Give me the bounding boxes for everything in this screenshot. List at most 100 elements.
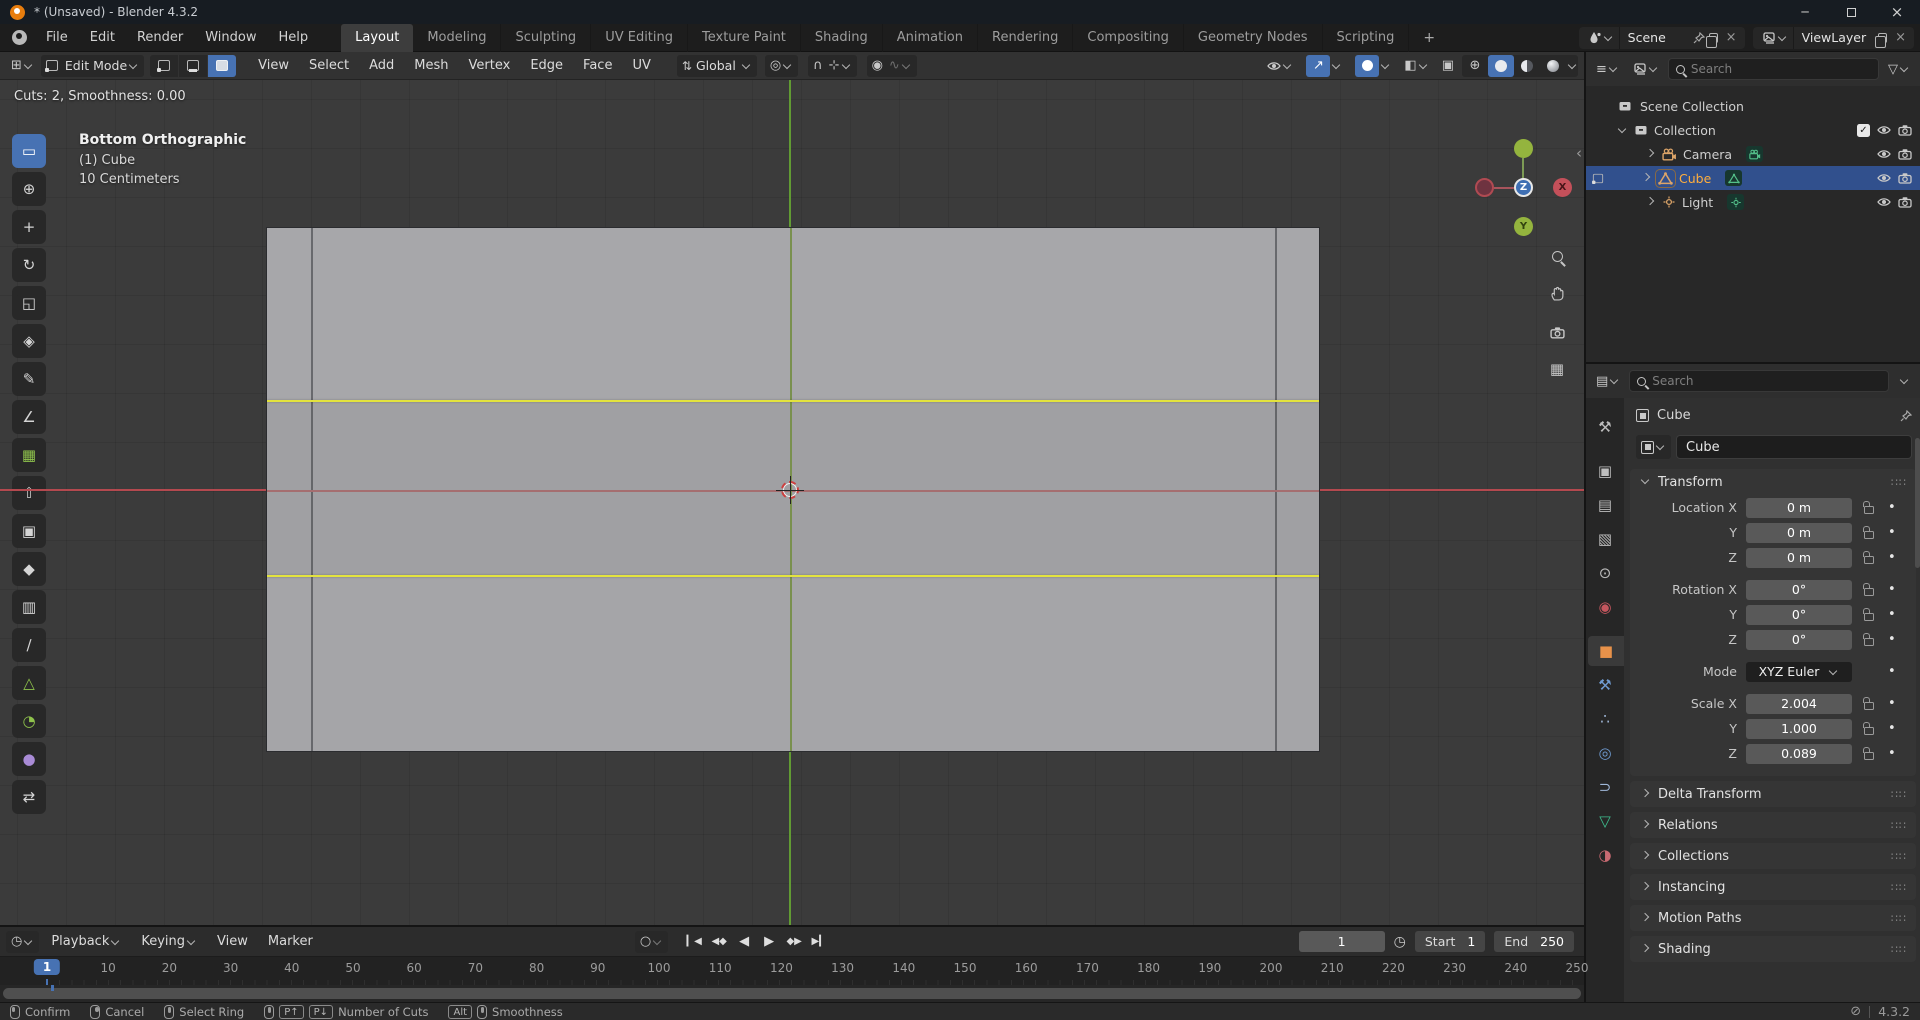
scene-name[interactable]: Scene <box>1619 27 1693 49</box>
menu-render[interactable]: Render <box>126 26 194 50</box>
viewlayer-selector[interactable]: ViewLayer × <box>1753 27 1914 49</box>
zoom-icon[interactable] <box>1546 245 1568 267</box>
panel-grip-icon[interactable]: ∷∷ <box>1891 476 1907 489</box>
properties-tab-physics[interactable]: ◎ <box>1588 738 1622 768</box>
tool-move[interactable]: + <box>12 210 46 244</box>
properties-tab-object-data[interactable]: ▽ <box>1588 806 1622 836</box>
tool-extrude[interactable]: ⇧ <box>12 476 46 510</box>
current-frame-field[interactable]: 1 <box>1299 931 1385 952</box>
tool-measure[interactable]: ∠ <box>12 400 46 434</box>
shading-rendered-button[interactable] <box>1540 55 1566 77</box>
timeline-editor-type-button[interactable]: ◷ <box>6 931 39 953</box>
tool-add-cube[interactable]: ▦ <box>12 438 46 472</box>
hide-eye-icon[interactable] <box>1877 124 1891 136</box>
expand-chevron[interactable] <box>1642 173 1650 181</box>
unlink-scene-icon[interactable]: × <box>1722 30 1741 45</box>
menu-window[interactable]: Window <box>194 26 267 50</box>
properties-tab-world[interactable]: ◉ <box>1588 592 1622 622</box>
panel-instancing[interactable]: Instancing∷∷ <box>1630 874 1916 900</box>
outliner-row-camera[interactable]: Camera <box>1586 142 1920 166</box>
timeline-scrollbar[interactable] <box>0 985 1584 1002</box>
properties-tab-material[interactable]: ◑ <box>1588 840 1622 870</box>
disable-render-icon[interactable] <box>1898 148 1912 160</box>
panel-motion-paths[interactable]: Motion Paths∷∷ <box>1630 905 1916 931</box>
menu-help[interactable]: Help <box>268 26 320 50</box>
tool-cursor[interactable]: ⊕ <box>12 172 46 206</box>
viewport-menu-mesh[interactable]: Mesh <box>404 55 458 77</box>
workspace-tab-layout[interactable]: Layout <box>341 24 413 52</box>
value-field[interactable]: 0 m <box>1746 523 1852 543</box>
animate-dot[interactable]: • <box>1888 664 1896 679</box>
panel-relations[interactable]: Relations∷∷ <box>1630 812 1916 838</box>
animate-dot[interactable]: • <box>1888 525 1896 540</box>
properties-options-button[interactable] <box>1893 370 1915 392</box>
maximize-button[interactable] <box>1828 0 1874 24</box>
properties-tab-particles[interactable]: ∴ <box>1588 704 1622 734</box>
camera-view-icon[interactable] <box>1546 321 1568 343</box>
viewport-menu-vertex[interactable]: Vertex <box>459 55 521 77</box>
disable-render-icon[interactable] <box>1898 196 1912 208</box>
animate-dot[interactable]: • <box>1888 632 1896 647</box>
new-viewlayer-icon[interactable] <box>1878 33 1887 43</box>
gizmo-axis-x[interactable]: X <box>1553 178 1572 197</box>
remove-viewlayer-icon[interactable]: × <box>1891 30 1910 45</box>
next-keyframe-button[interactable]: ◆▶ <box>782 931 806 953</box>
transform-panel-header[interactable]: Transform ∷∷ <box>1630 469 1916 495</box>
render-region-button[interactable]: ▣ <box>1437 55 1459 77</box>
navigation-gizmo[interactable]: Z X Y <box>1470 130 1580 250</box>
editor-type-button[interactable]: ⊞ <box>6 55 39 77</box>
overlays-toggle[interactable] <box>1350 55 1396 77</box>
blender-menu-icon[interactable] <box>12 30 27 45</box>
rotation-mode-dropdown[interactable]: XYZ Euler <box>1746 662 1852 682</box>
animate-dot[interactable]: • <box>1888 721 1896 736</box>
workspace-tab-sculpting[interactable]: Sculpting <box>501 24 591 52</box>
collapse-chevron[interactable] <box>1618 125 1626 133</box>
tool-transform[interactable]: ◈ <box>12 324 46 358</box>
scene-selector[interactable]: Scene × <box>1579 27 1745 49</box>
menu-edit[interactable]: Edit <box>79 26 126 50</box>
viewport-menu-uv[interactable]: UV <box>622 55 660 77</box>
transform-orientation-button[interactable]: ⇅ Global <box>677 55 757 77</box>
gizmo-axis-z[interactable]: Z <box>1514 178 1533 197</box>
workspace-tab-rendering[interactable]: Rendering <box>978 24 1073 52</box>
tool-annotate[interactable]: ✎ <box>12 362 46 396</box>
timeline-menu-keying[interactable]: Keying <box>131 931 207 953</box>
expand-chevron[interactable] <box>1646 197 1654 205</box>
properties-scrollbar[interactable] <box>1915 438 1920 568</box>
network-offline-icon[interactable]: ⊘ <box>1850 1004 1861 1019</box>
close-button[interactable]: × <box>1874 0 1920 24</box>
value-field[interactable]: 2.004 <box>1746 694 1852 714</box>
value-field[interactable]: 0 m <box>1746 548 1852 568</box>
menu-file[interactable]: File <box>35 26 79 50</box>
shading-options-chevron[interactable] <box>1568 60 1576 68</box>
tool-inset[interactable]: ▣ <box>12 514 46 548</box>
jump-end-button[interactable]: ▶▎ <box>807 931 831 953</box>
play-button[interactable]: ▶ <box>757 931 781 953</box>
properties-editor-type-button[interactable]: ▤ <box>1591 370 1625 392</box>
tool-spin[interactable]: ◔ <box>12 704 46 738</box>
viewport-menu-select[interactable]: Select <box>299 55 359 77</box>
new-scene-icon[interactable] <box>1709 33 1718 43</box>
tool-rotate[interactable]: ↻ <box>12 248 46 282</box>
disable-render-icon[interactable] <box>1898 172 1912 184</box>
animate-dot[interactable]: • <box>1888 746 1896 761</box>
mode-selector[interactable]: Edit Mode <box>41 55 144 77</box>
gizmo-toggle[interactable]: ↗ <box>1301 55 1347 77</box>
sidebar-collapse-arrow[interactable]: ‹ <box>1568 142 1584 164</box>
shading-solid-button[interactable] <box>1488 55 1514 77</box>
properties-tab-render[interactable]: ▣ <box>1588 456 1622 486</box>
outliner-filter-button[interactable]: ▽ <box>1883 58 1915 80</box>
outliner-row-light[interactable]: Light <box>1586 190 1920 214</box>
gizmo-axis-x-neg[interactable] <box>1475 178 1494 197</box>
panel-shading[interactable]: Shading∷∷ <box>1630 936 1916 962</box>
face-select-button[interactable] <box>208 55 236 77</box>
pivot-point-button[interactable]: ◎ <box>765 55 798 77</box>
tool-select-box[interactable]: ▭ <box>12 134 46 168</box>
properties-tab-view-layer[interactable]: ▧ <box>1588 524 1622 554</box>
properties-tab-output[interactable]: ▤ <box>1588 490 1622 520</box>
value-field[interactable]: 0 m <box>1746 498 1852 518</box>
xray-toggle[interactable]: ◧ <box>1399 55 1433 77</box>
viewlayer-name[interactable]: ViewLayer <box>1793 27 1875 49</box>
workspace-tab-scripting[interactable]: Scripting <box>1323 24 1410 52</box>
timeline-ruler[interactable]: 1102030405060708090100110120130140150160… <box>0 957 1584 985</box>
